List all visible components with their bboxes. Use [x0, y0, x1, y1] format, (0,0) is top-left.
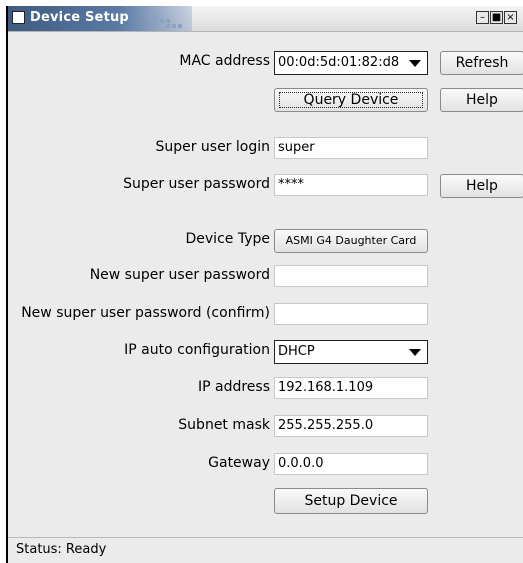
close-icon[interactable]: × — [504, 11, 517, 24]
gateway-field[interactable]: 0.0.0.0 — [274, 453, 428, 475]
minimize-icon[interactable]: – — [476, 11, 489, 24]
setup-device-button[interactable]: Setup Device — [274, 488, 428, 514]
super-user-login-label: Super user login — [155, 139, 270, 155]
device-type-value: ASMI G4 Daughter Card — [274, 229, 428, 253]
status-bar: Status: Ready — [8, 537, 523, 562]
super-user-login-field[interactable]: super — [274, 137, 428, 159]
ip-auto-config-value: DHCP — [278, 344, 315, 359]
title-tab: Device Setup — [8, 6, 192, 31]
chevron-down-icon — [409, 60, 421, 67]
new-password-confirm-label: New super user password (confirm) — [21, 305, 270, 321]
title-bar[interactable]: Device Setup – ■ × — [8, 6, 523, 32]
focus-ring — [279, 92, 423, 108]
super-user-password-label: Super user password — [123, 176, 270, 192]
subnet-mask-label: Subnet mask — [178, 417, 270, 433]
drag-grip-icon — [148, 14, 188, 28]
new-password-confirm-field[interactable] — [274, 303, 428, 325]
mac-address-value: 00:0d:5d:01:82:d8 — [278, 55, 400, 70]
maximize-icon[interactable]: ■ — [490, 11, 503, 24]
mac-address-label: MAC address — [179, 53, 270, 69]
new-password-label: New super user password — [89, 267, 270, 283]
ip-address-label: IP address — [197, 379, 270, 395]
status-text: Status: Ready — [16, 542, 107, 557]
super-user-password-field[interactable]: **** — [274, 174, 428, 196]
window-icon — [12, 11, 25, 24]
device-setup-window: Device Setup – ■ × MAC address 00:0d:5d:… — [6, 6, 523, 563]
refresh-button[interactable]: Refresh — [440, 51, 523, 75]
device-type-label: Device Type — [185, 231, 271, 247]
mac-address-select[interactable]: 00:0d:5d:01:82:d8 — [274, 51, 428, 75]
query-device-button[interactable]: Query Device — [274, 88, 428, 112]
new-password-field[interactable] — [274, 265, 428, 287]
chevron-down-icon — [409, 349, 421, 356]
window-title: Device Setup — [30, 10, 129, 25]
ip-auto-config-label: IP auto configuration — [124, 342, 270, 358]
ip-address-field[interactable]: 192.168.1.109 — [274, 377, 428, 399]
subnet-mask-field[interactable]: 255.255.255.0 — [274, 415, 428, 437]
help-button[interactable]: Help — [440, 88, 523, 112]
gateway-label: Gateway — [208, 455, 270, 471]
help-password-button[interactable]: Help — [440, 174, 523, 198]
ip-auto-config-select[interactable]: DHCP — [274, 340, 428, 364]
